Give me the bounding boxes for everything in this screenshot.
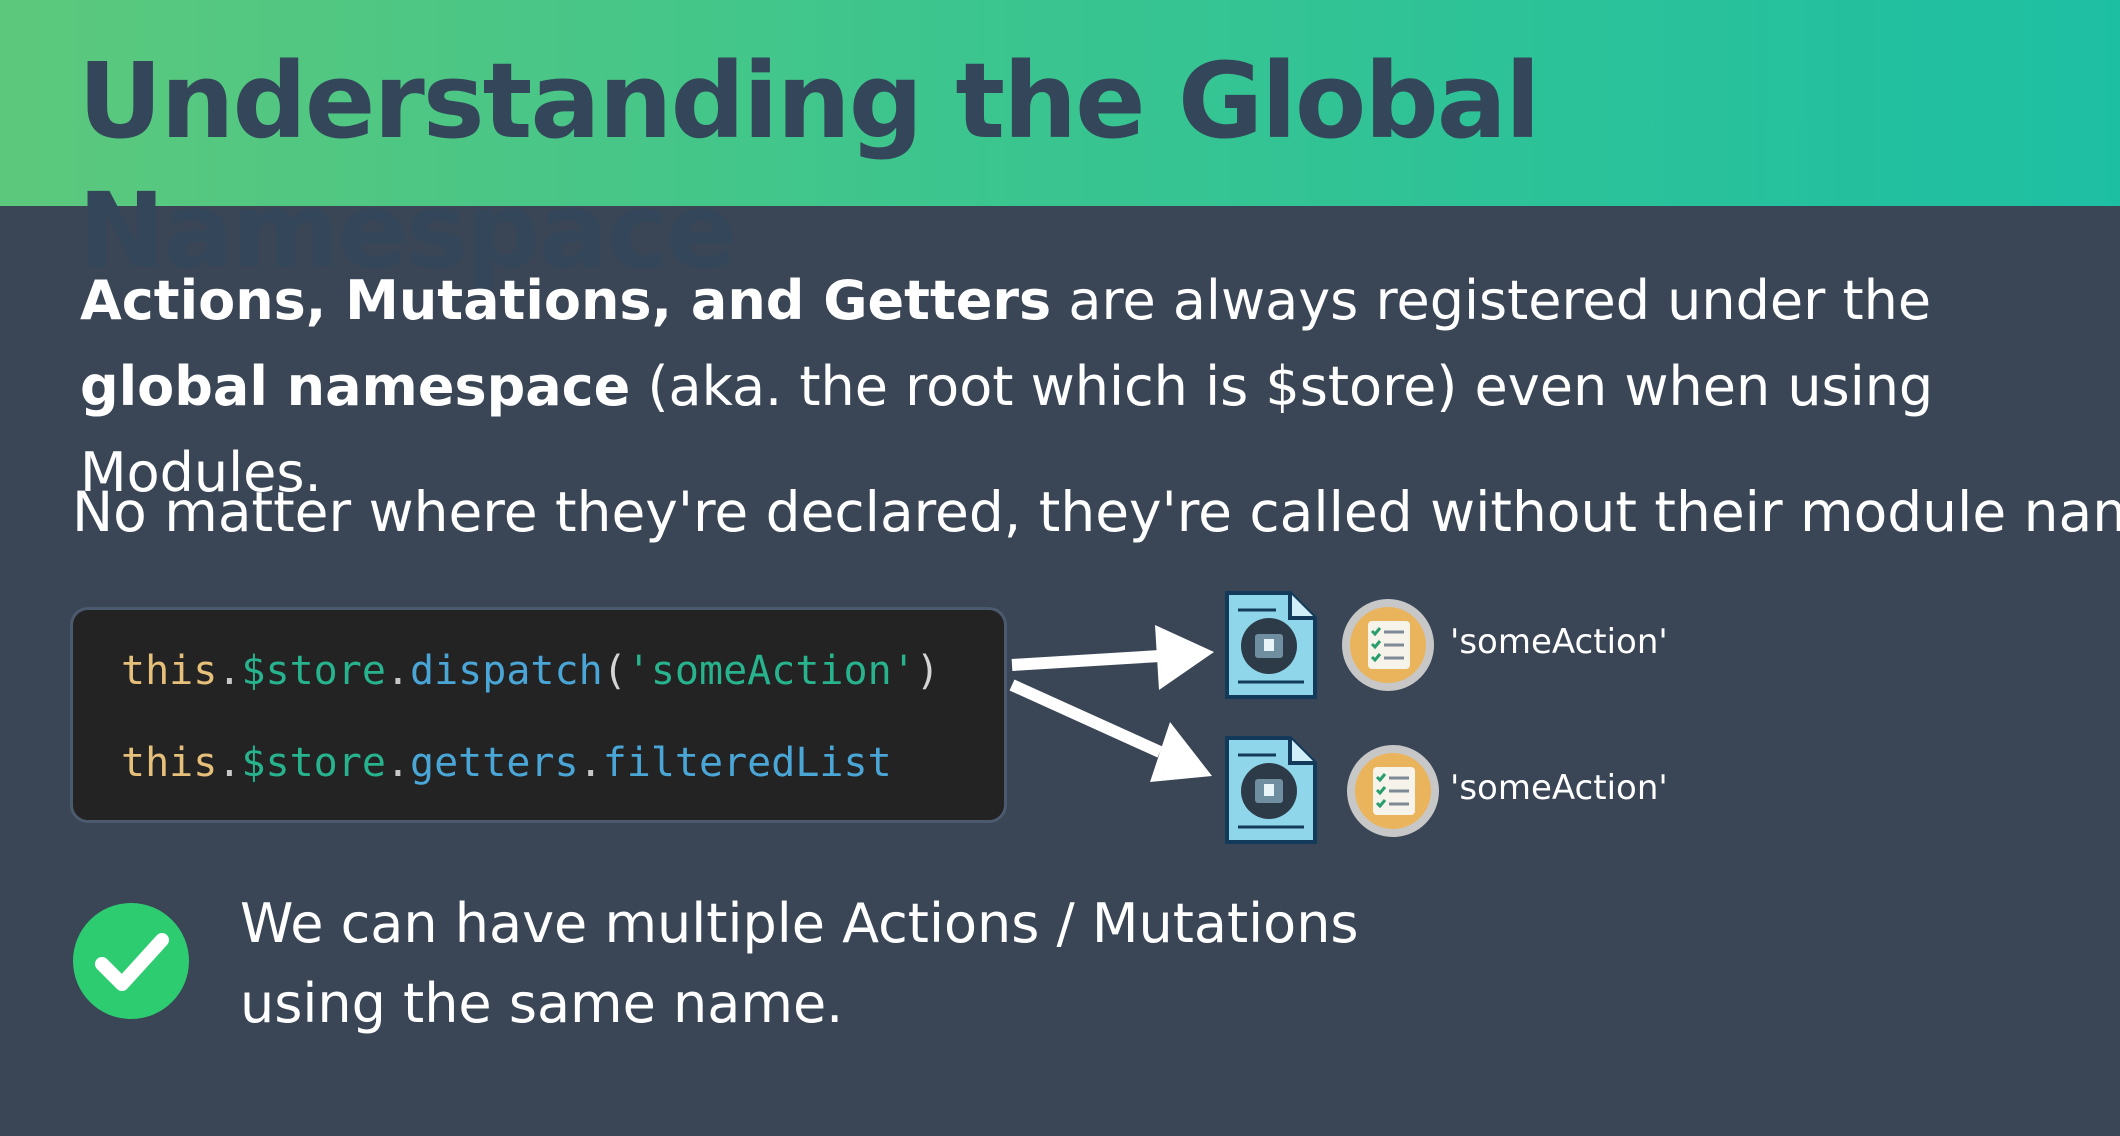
- target-label: 'someAction': [1450, 768, 1668, 808]
- bullet-line-1: We can have multiple Actions / Mutations: [240, 892, 1359, 955]
- file-icon: [1225, 736, 1317, 844]
- file-icon: [1225, 591, 1317, 699]
- bullet-line-2: using the same name.: [240, 972, 844, 1035]
- arrow-to-second-target: [1009, 679, 1212, 782]
- checklist-icon: [1342, 599, 1434, 691]
- arrow-to-first-target: [1011, 625, 1214, 690]
- checkmark-icon: [73, 903, 189, 1019]
- checklist-icon: [1347, 745, 1439, 837]
- bullet-text: We can have multiple Actions / Mutations…: [240, 884, 1440, 1044]
- target-label: 'someAction': [1450, 622, 1668, 662]
